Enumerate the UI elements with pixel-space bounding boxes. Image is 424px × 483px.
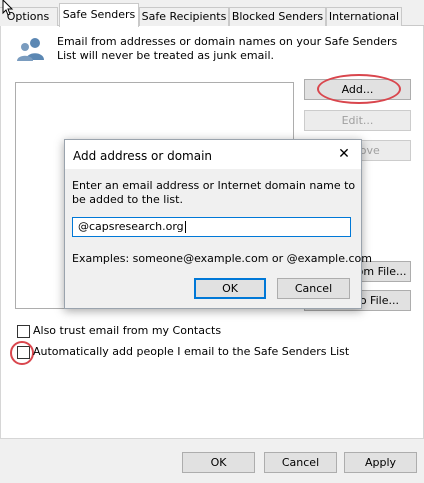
footer-bar: OK Cancel Apply [0,440,424,483]
dialog-title: Add address or domain [73,149,213,163]
auto-add-label: Automatically add people I email to the … [33,345,350,358]
description-text: Email from addresses or domain names on … [57,35,398,62]
close-icon[interactable]: ✕ [333,145,355,163]
mouse-cursor-icon [2,0,14,16]
tab-blocked-senders[interactable]: Blocked Senders [229,7,326,26]
edit-button[interactable]: Edit... [304,110,411,131]
footer-cancel-button[interactable]: Cancel [264,452,337,473]
dialog-ok-button[interactable]: OK [194,278,266,299]
tab-safe-recipients[interactable]: Safe Recipients [139,7,229,26]
address-input[interactable]: @capsresearch.org [72,217,351,237]
footer-ok-button[interactable]: OK [182,452,255,473]
dialog-prompt: Enter an email address or Internet domai… [72,179,356,206]
dialog-body: Enter an email address or Internet domai… [65,169,372,308]
tab-strip: Options Safe Senders Safe Recipients Blo… [0,0,424,27]
text-caret [184,221,186,233]
tab-international[interactable]: International [326,7,402,26]
auto-add-checkbox-highlight [10,341,34,365]
people-icon [17,38,44,61]
address-input-value: @capsresearch.org [78,220,184,233]
dialog-examples: Examples: someone@example.com or @exampl… [72,252,372,265]
footer-apply-button[interactable]: Apply [344,452,417,473]
trust-contacts-checkbox[interactable] [17,325,30,338]
add-address-dialog: Add address or domain ✕ Enter an email a… [64,139,372,309]
tab-safe-senders[interactable]: Safe Senders [59,3,139,27]
trust-contacts-label: Also trust email from my Contacts [33,324,222,337]
dialog-cancel-button[interactable]: Cancel [277,278,350,299]
add-button-highlight [317,74,401,104]
